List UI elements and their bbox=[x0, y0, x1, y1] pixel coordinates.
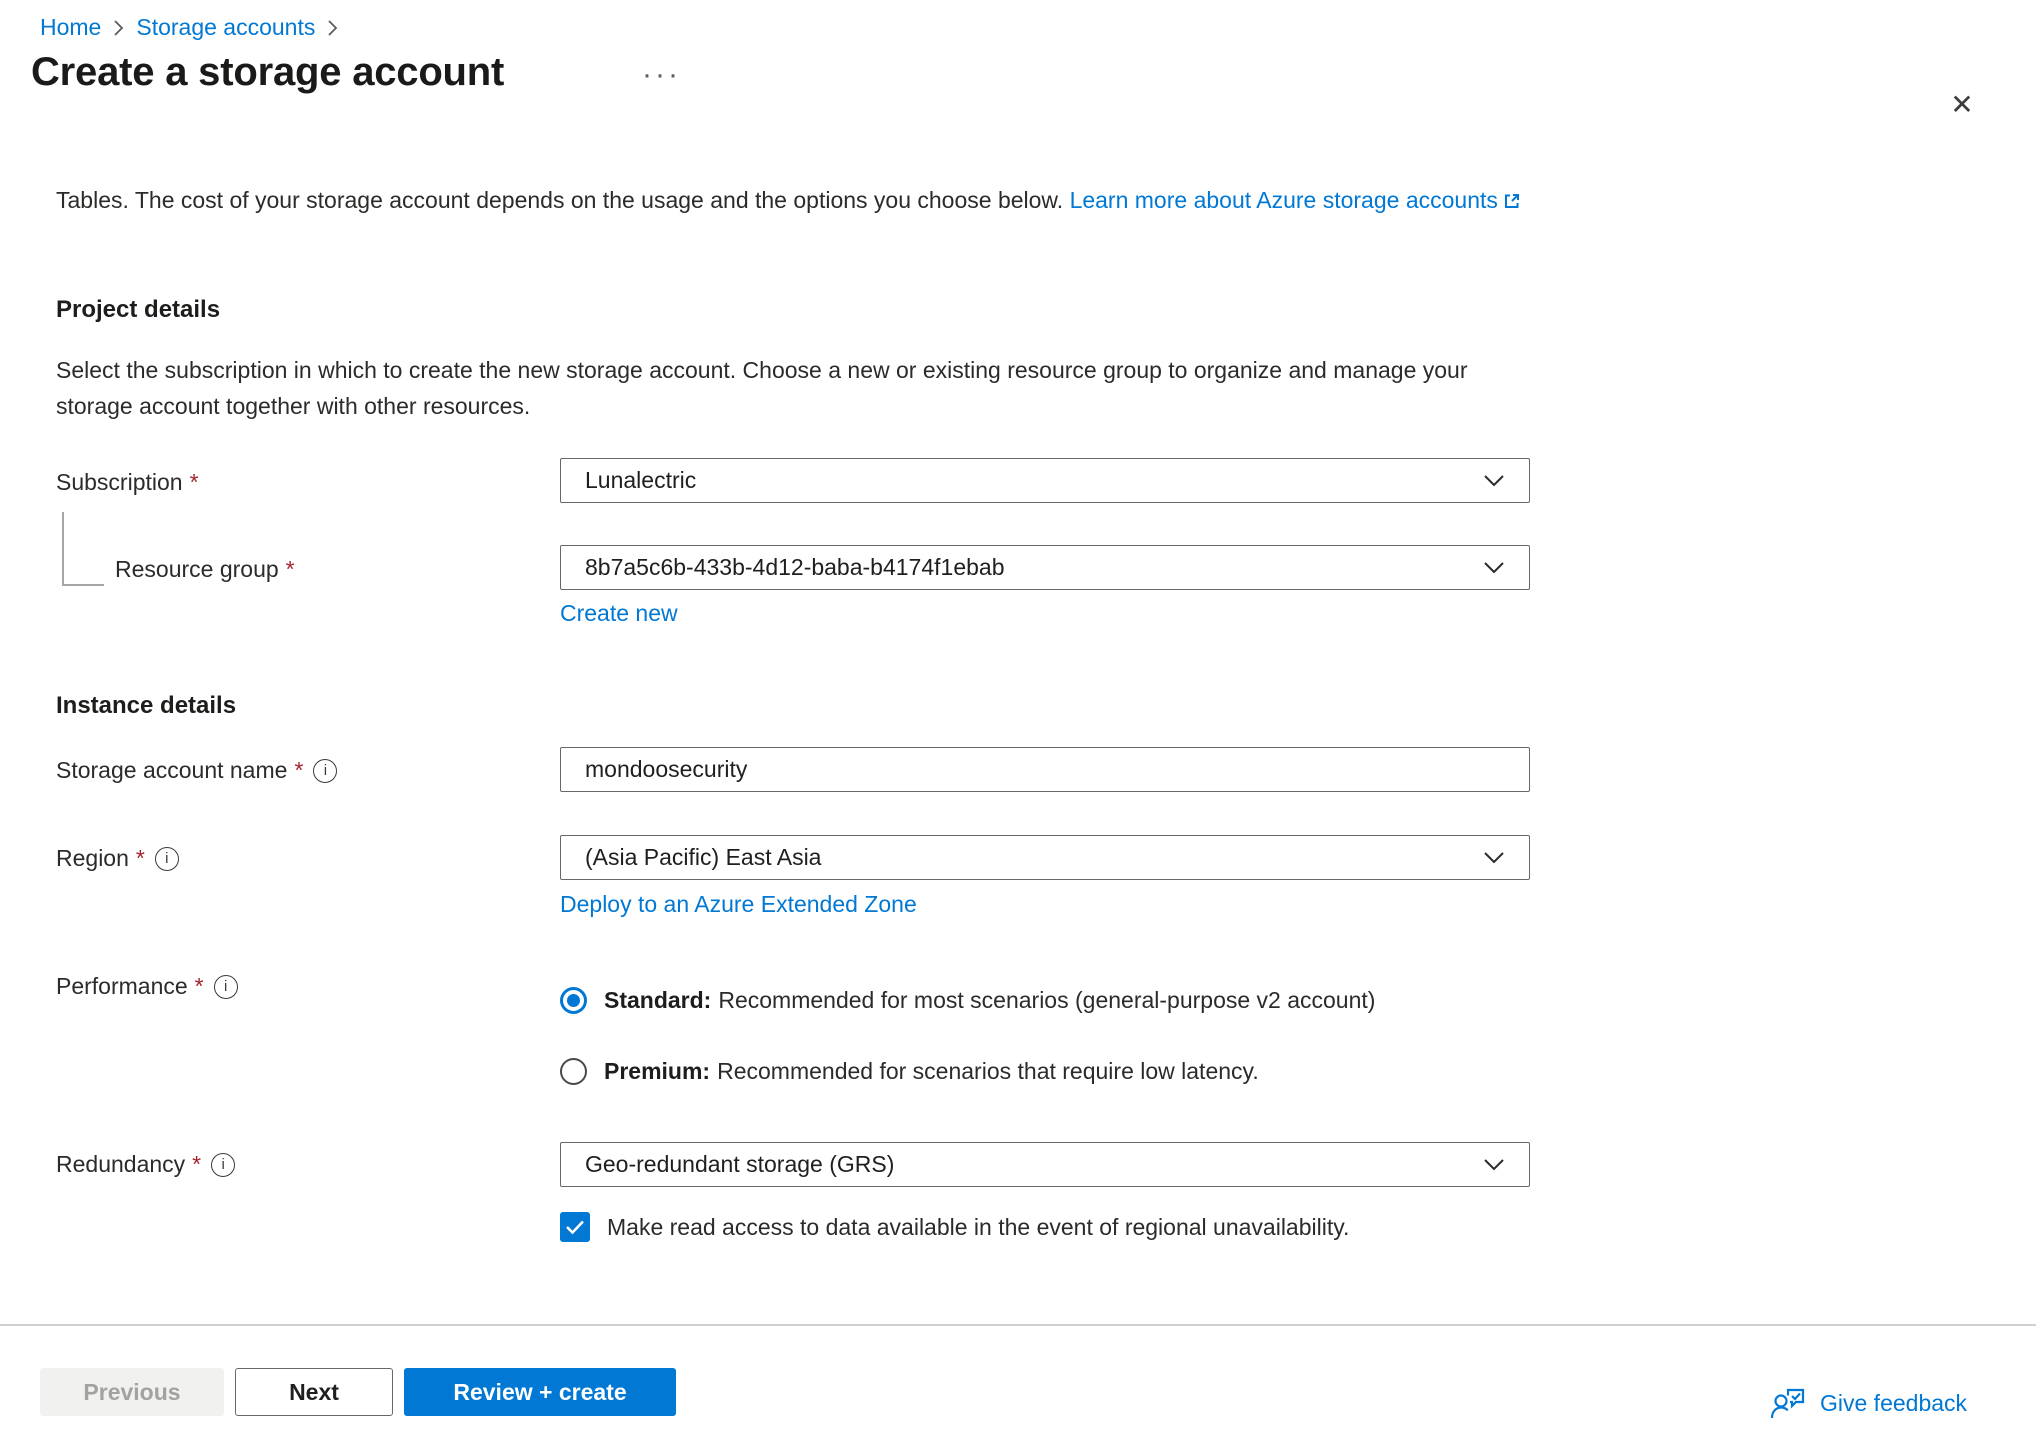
feedback-icon bbox=[1770, 1386, 1806, 1420]
breadcrumb-link-storage-accounts[interactable]: Storage accounts bbox=[136, 14, 315, 41]
page-title: Create a storage account bbox=[31, 50, 504, 95]
close-icon[interactable]: ✕ bbox=[1942, 84, 1982, 124]
chevron-down-icon bbox=[1483, 561, 1505, 574]
performance-option-premium[interactable]: Premium: Recommended for scenarios that r… bbox=[560, 1058, 1259, 1085]
region-label: Region * i bbox=[56, 845, 179, 872]
footer-divider bbox=[0, 1324, 2036, 1326]
next-button[interactable]: Next bbox=[235, 1368, 393, 1416]
learn-more-link[interactable]: Learn more about Azure storage accounts bbox=[1070, 187, 1522, 213]
info-icon[interactable]: i bbox=[313, 759, 337, 783]
resource-group-label: Resource group * bbox=[115, 556, 295, 583]
more-options-icon[interactable]: ··· bbox=[642, 58, 681, 92]
checkbox-label: Make read access to data available in th… bbox=[607, 1214, 1349, 1241]
intro-description: Tables. The cost of your storage account… bbox=[56, 187, 1063, 213]
chevron-right-icon bbox=[113, 19, 124, 37]
required-marker: * bbox=[195, 973, 204, 1000]
chevron-down-icon bbox=[1483, 474, 1505, 487]
info-icon[interactable]: i bbox=[155, 847, 179, 871]
project-details-heading: Project details bbox=[56, 296, 220, 324]
region-value: (Asia Pacific) East Asia bbox=[585, 844, 821, 871]
give-feedback-link[interactable]: Give feedback bbox=[1770, 1386, 1967, 1420]
required-marker: * bbox=[136, 845, 145, 872]
chevron-right-icon bbox=[327, 19, 338, 37]
radio-option-name: Premium: bbox=[604, 1058, 710, 1084]
review-create-button[interactable]: Review + create bbox=[404, 1368, 676, 1416]
resource-group-value: 8b7a5c6b-433b-4d12-baba-b4174f1ebab bbox=[585, 554, 1004, 581]
tree-connector bbox=[62, 512, 104, 586]
radio-selected-icon[interactable] bbox=[560, 987, 587, 1014]
required-marker: * bbox=[294, 757, 303, 784]
subscription-label: Subscription * bbox=[56, 469, 199, 496]
chevron-down-icon bbox=[1483, 1158, 1505, 1171]
redundancy-value: Geo-redundant storage (GRS) bbox=[585, 1151, 894, 1178]
subscription-dropdown[interactable]: Lunalectric bbox=[560, 458, 1530, 503]
storage-account-name-input[interactable] bbox=[585, 756, 1505, 783]
required-marker: * bbox=[192, 1151, 201, 1178]
chevron-down-icon bbox=[1483, 851, 1505, 864]
info-icon[interactable]: i bbox=[211, 1153, 235, 1177]
redundancy-label: Redundancy * i bbox=[56, 1151, 235, 1178]
checkbox-checked-icon[interactable] bbox=[560, 1212, 590, 1242]
external-link-icon bbox=[1502, 191, 1522, 211]
subscription-value: Lunalectric bbox=[585, 467, 696, 494]
radio-option-name: Standard: bbox=[604, 987, 711, 1013]
read-access-checkbox-row[interactable]: Make read access to data available in th… bbox=[560, 1212, 1349, 1242]
radio-option-description: Recommended for scenarios that require l… bbox=[717, 1058, 1259, 1084]
info-icon[interactable]: i bbox=[214, 975, 238, 999]
performance-option-standard[interactable]: Standard: Recommended for most scenarios … bbox=[560, 987, 1375, 1014]
breadcrumb: Home Storage accounts bbox=[40, 14, 338, 41]
extended-zone-link[interactable]: Deploy to an Azure Extended Zone bbox=[560, 891, 917, 918]
project-details-description: Select the subscription in which to crea… bbox=[56, 352, 1546, 424]
intro-text: Tables. The cost of your storage account… bbox=[56, 182, 1546, 218]
instance-details-heading: Instance details bbox=[56, 692, 236, 720]
feedback-label: Give feedback bbox=[1820, 1390, 1967, 1417]
required-marker: * bbox=[190, 469, 199, 496]
performance-label: Performance * i bbox=[56, 973, 238, 1000]
radio-unselected-icon[interactable] bbox=[560, 1058, 587, 1085]
resource-group-dropdown[interactable]: 8b7a5c6b-433b-4d12-baba-b4174f1ebab bbox=[560, 545, 1530, 590]
breadcrumb-link-home[interactable]: Home bbox=[40, 14, 101, 41]
required-marker: * bbox=[286, 556, 295, 583]
previous-button[interactable]: Previous bbox=[40, 1368, 224, 1416]
region-dropdown[interactable]: (Asia Pacific) East Asia bbox=[560, 835, 1530, 880]
redundancy-dropdown[interactable]: Geo-redundant storage (GRS) bbox=[560, 1142, 1530, 1187]
storage-account-name-field[interactable] bbox=[560, 747, 1530, 792]
create-new-link[interactable]: Create new bbox=[560, 600, 678, 627]
radio-option-description: Recommended for most scenarios (general-… bbox=[718, 987, 1375, 1013]
storage-account-name-label: Storage account name * i bbox=[56, 757, 337, 784]
